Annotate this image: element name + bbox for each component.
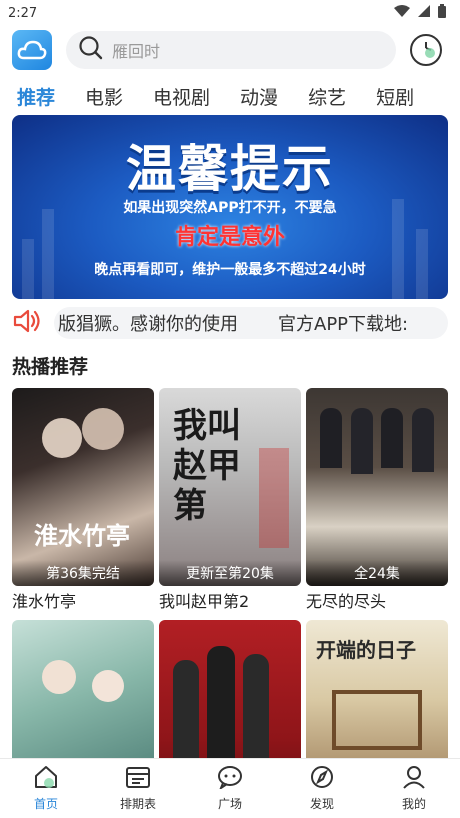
show-poster[interactable]: 我叫赵甲第 更新至第20集 bbox=[159, 388, 301, 586]
nav-profile[interactable]: 我的 bbox=[368, 759, 460, 818]
nav-plaza[interactable]: 广场 bbox=[184, 759, 276, 818]
tab-movies[interactable]: 电影 bbox=[85, 83, 123, 110]
section-title: 热播推荐 bbox=[12, 356, 89, 378]
poster-figure bbox=[42, 418, 82, 458]
show-title: 无尽的尽头 bbox=[306, 592, 387, 611]
nav-label: 排期表 bbox=[119, 797, 156, 811]
poster-figure bbox=[92, 670, 124, 702]
tab-tv-series[interactable]: 电视剧 bbox=[153, 83, 210, 110]
banner-title: 温馨提示 bbox=[126, 140, 334, 198]
promo-banner[interactable]: 温馨提示 如果出现突然APP打不开，不要急 肯定是意外 晚点再看即可，维护一般最… bbox=[12, 115, 448, 299]
nav-label: 广场 bbox=[217, 797, 242, 811]
clock-icon bbox=[416, 38, 436, 62]
app-logo[interactable] bbox=[12, 30, 52, 70]
poster-figure bbox=[82, 408, 124, 450]
status-bar: 2:27 bbox=[0, 0, 460, 26]
nav-label: 发现 bbox=[309, 797, 334, 811]
signal-icon bbox=[418, 5, 430, 21]
poster-cast-row bbox=[316, 408, 438, 478]
notice-bar[interactable]: 版猖獗。感谢你的使用 官方APP下载地: bbox=[12, 307, 448, 339]
nav-label: 我的 bbox=[401, 797, 426, 811]
speaker-icon bbox=[12, 308, 42, 338]
banner-highlight: 肯定是意外 bbox=[174, 225, 285, 250]
category-tabs: 推荐 电影 电视剧 动漫 综艺 短剧 bbox=[0, 78, 460, 114]
nav-label: 首页 bbox=[33, 797, 58, 811]
banner-subtitle: 如果出现突然APP打不开，不要急 bbox=[123, 200, 337, 216]
show-title: 淮水竹亭 bbox=[12, 592, 77, 611]
show-poster[interactable]: 淮水竹亭 第36集完结 bbox=[12, 388, 154, 586]
episode-badge: 第36集完结 bbox=[12, 560, 154, 586]
compass-icon bbox=[309, 765, 335, 792]
notice-text: 官方APP下载地: bbox=[278, 314, 409, 335]
notice-marquee: 版猖獗。感谢你的使用 官方APP下载地: bbox=[54, 307, 448, 339]
history-button[interactable] bbox=[410, 34, 442, 66]
nav-discover[interactable]: 发现 bbox=[276, 759, 368, 818]
banner-footnote: 晚点再看即可，维护一般最多不超过24小时 bbox=[94, 262, 366, 278]
notice-text: 版猖獗。感谢你的使用 bbox=[58, 314, 238, 335]
status-time: 2:27 bbox=[8, 5, 38, 21]
battery-icon bbox=[438, 4, 446, 22]
user-icon bbox=[401, 765, 427, 792]
tab-recommend[interactable]: 推荐 bbox=[17, 83, 55, 110]
show-card[interactable]: 淮水竹亭 第36集完结 淮水竹亭 bbox=[12, 388, 154, 612]
nav-home[interactable]: 首页 bbox=[0, 759, 92, 818]
chat-icon bbox=[217, 765, 243, 792]
episode-badge: 全24集 bbox=[306, 560, 448, 586]
bottom-nav: 首页 排期表 广场 发现 我的 bbox=[0, 758, 460, 818]
poster-title-art: 开端的日子 bbox=[316, 638, 416, 662]
tab-short-drama[interactable]: 短剧 bbox=[376, 83, 414, 110]
search-input[interactable]: 雁回时 bbox=[66, 31, 396, 69]
top-bar: 雁回时 bbox=[0, 26, 460, 74]
search-placeholder: 雁回时 bbox=[112, 42, 161, 61]
show-card[interactable]: 我叫赵甲第 更新至第20集 我叫赵甲第2 bbox=[159, 388, 301, 612]
home-icon bbox=[33, 765, 59, 792]
poster-title-art: 我叫赵甲第 bbox=[173, 406, 241, 526]
poster-title-art: 淮水竹亭 bbox=[34, 521, 130, 550]
show-title: 我叫赵甲第2 bbox=[159, 592, 250, 611]
poster-figure bbox=[42, 660, 76, 694]
search-icon bbox=[78, 35, 104, 65]
poster-decoration bbox=[259, 448, 289, 548]
wifi-icon bbox=[394, 5, 410, 21]
show-card[interactable]: 全24集 无尽的尽头 bbox=[306, 388, 448, 612]
calendar-icon bbox=[125, 765, 151, 792]
episode-badge: 更新至第20集 bbox=[159, 560, 301, 586]
nav-schedule[interactable]: 排期表 bbox=[92, 759, 184, 818]
show-poster[interactable]: 全24集 bbox=[306, 388, 448, 586]
tab-variety[interactable]: 综艺 bbox=[308, 83, 346, 110]
poster-frame bbox=[332, 690, 422, 750]
tab-anime[interactable]: 动漫 bbox=[240, 83, 278, 110]
